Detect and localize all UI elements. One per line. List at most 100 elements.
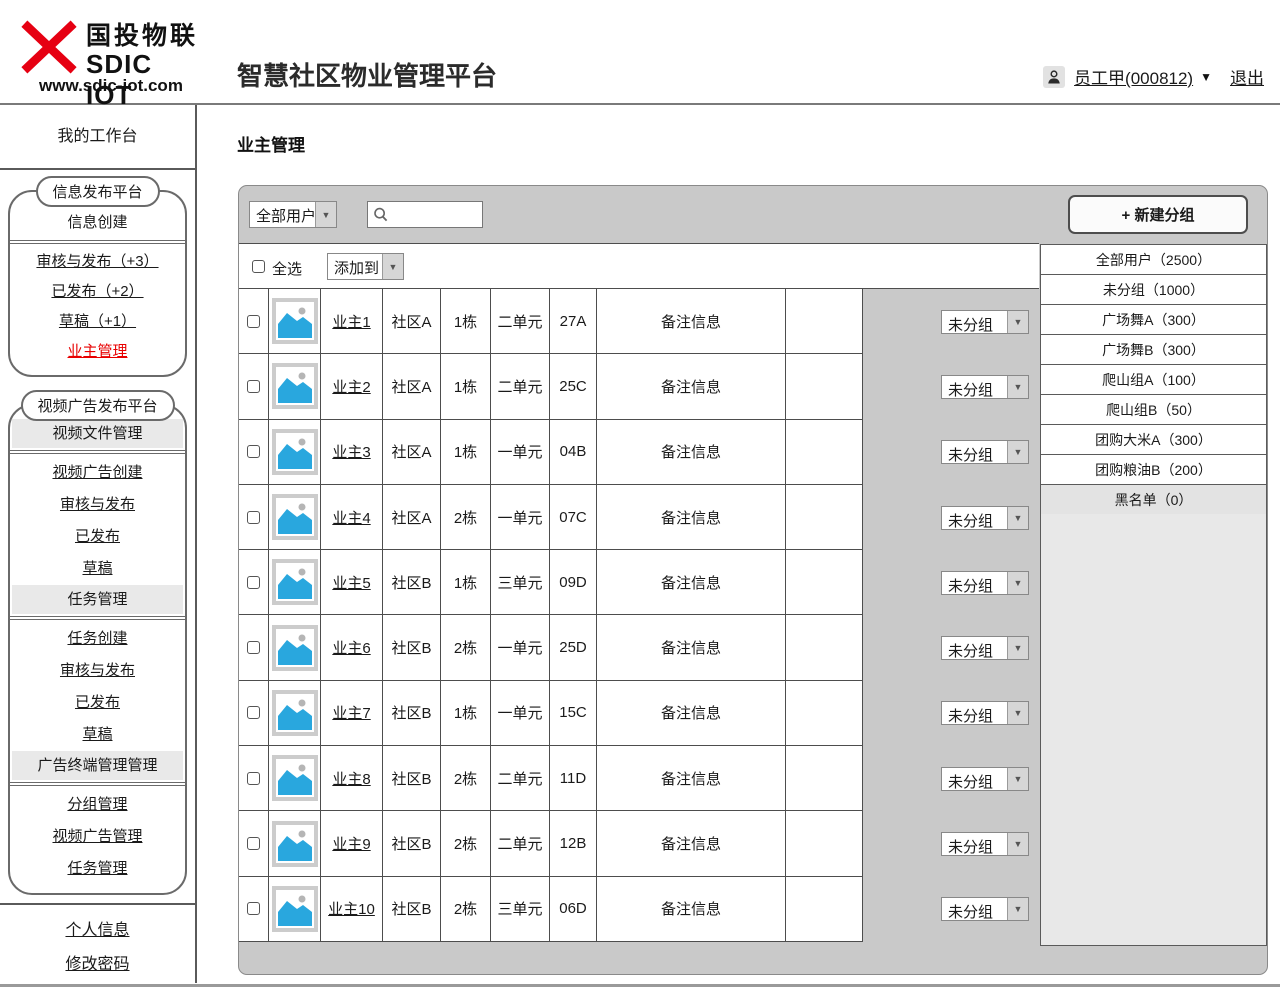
info-platform-title[interactable]: 信息发布平台	[35, 176, 159, 207]
chevron-down-icon[interactable]: ▼	[1007, 898, 1028, 920]
sidebar-item-published[interactable]: 已发布（+2）	[51, 283, 143, 300]
sidebar-item-personal-info[interactable]: 个人信息	[65, 922, 129, 939]
row-checkbox[interactable]	[247, 511, 260, 524]
sidebar-item-video-review-publish[interactable]: 审核与发布	[60, 496, 135, 513]
community-cell: 社区B	[383, 550, 441, 615]
group-item-rice-a[interactable]: 团购大米A（300）	[1041, 425, 1266, 455]
group-item-ungrouped[interactable]: 未分组（1000）	[1041, 275, 1266, 305]
group-select[interactable]: 未分组▼	[941, 897, 1029, 921]
chevron-down-icon[interactable]: ▼	[1007, 637, 1028, 659]
owner-name-link[interactable]: 业主8	[332, 768, 370, 789]
owner-photo-icon	[272, 298, 318, 344]
row-checkbox[interactable]	[247, 772, 260, 785]
sidebar-item-change-password[interactable]: 修改密码	[65, 956, 129, 973]
owner-name-link[interactable]: 业主2	[332, 376, 370, 397]
owner-name-link[interactable]: 业主9	[332, 833, 370, 854]
group-select[interactable]: 未分组▼	[941, 767, 1029, 791]
group-value: 未分组	[942, 702, 1007, 724]
sidebar-bar-task-management[interactable]: 任务管理	[12, 585, 183, 614]
group-select[interactable]: 未分组▼	[941, 636, 1029, 660]
room-cell: 12B	[550, 811, 597, 876]
new-group-button[interactable]: + 新建分组	[1068, 195, 1248, 234]
chevron-down-icon[interactable]: ▼	[315, 202, 336, 227]
group-item-hiking-a[interactable]: 爬山组A（100）	[1041, 365, 1266, 395]
group-select[interactable]: 未分组▼	[941, 701, 1029, 725]
group-value: 未分组	[942, 572, 1007, 594]
owner-name-link[interactable]: 业主3	[332, 441, 370, 462]
remark-cell: 备注信息	[597, 877, 786, 942]
video-platform-title[interactable]: 视频广告发布平台	[20, 390, 174, 421]
groups-panel: + 新建分组 全部用户（2500） 未分组（1000） 广场舞A（300） 广场…	[1039, 186, 1269, 976]
group-item-all-users[interactable]: 全部用户（2500）	[1041, 245, 1266, 275]
group-select[interactable]: 未分组▼	[941, 440, 1029, 464]
sidebar-bar-video-file-management[interactable]: 视频文件管理	[12, 419, 183, 448]
row-checkbox[interactable]	[247, 837, 260, 850]
group-value: 未分组	[942, 376, 1007, 398]
sidebar-bar-ad-terminal-management[interactable]: 广告终端管理管理	[12, 751, 183, 780]
sidebar-item-task-review-publish[interactable]: 审核与发布	[60, 662, 135, 679]
sidebar-item-task-management[interactable]: 任务管理	[67, 860, 127, 877]
row-checkbox[interactable]	[247, 445, 260, 458]
sidebar-item-review-publish[interactable]: 审核与发布（+3）	[36, 253, 158, 270]
sidebar-item-video-ad-create[interactable]: 视频广告创建	[52, 464, 142, 481]
chevron-down-icon[interactable]: ▼	[1007, 572, 1028, 594]
building-cell: 2栋	[441, 615, 491, 680]
select-all-checkbox[interactable]	[252, 260, 265, 273]
group-select[interactable]: 未分组▼	[941, 506, 1029, 530]
group-select[interactable]: 未分组▼	[941, 375, 1029, 399]
chevron-down-icon[interactable]: ▼	[1007, 833, 1028, 855]
sidebar-item-group-management[interactable]: 分组管理	[67, 796, 127, 813]
row-checkbox[interactable]	[247, 641, 260, 654]
sidebar-item-owner-management-active[interactable]: 业主管理	[67, 343, 127, 360]
logo-url: www.sdic-iot.com	[18, 76, 204, 96]
row-checkbox[interactable]	[247, 706, 260, 719]
search-input[interactable]	[390, 203, 484, 228]
community-cell: 社区B	[383, 681, 441, 746]
owner-name-link[interactable]: 业主1	[332, 311, 370, 332]
chevron-down-icon[interactable]: ▼	[382, 254, 403, 279]
group-select[interactable]: 未分组▼	[941, 832, 1029, 856]
chevron-down-icon[interactable]: ▼	[1200, 70, 1212, 84]
sidebar-item-video-drafts[interactable]: 草稿	[82, 560, 112, 577]
table-row: 业主9 社区B 2栋 二单元 12B 备注信息 未分组▼	[239, 811, 1039, 876]
chevron-down-icon[interactable]: ▼	[1007, 768, 1028, 790]
row-checkbox[interactable]	[247, 315, 260, 328]
sidebar-item-drafts[interactable]: 草稿（+1）	[59, 313, 136, 330]
chevron-down-icon[interactable]: ▼	[1007, 507, 1028, 529]
room-cell: 09D	[550, 550, 597, 615]
sidebar-item-task-drafts[interactable]: 草稿	[82, 726, 112, 743]
row-checkbox[interactable]	[247, 576, 260, 589]
logo: 国投物联 SDIC IOT www.sdic-iot.com	[18, 8, 206, 100]
row-checkbox[interactable]	[247, 902, 260, 915]
chevron-down-icon[interactable]: ▼	[1007, 376, 1028, 398]
row-checkbox[interactable]	[247, 380, 260, 393]
group-item-square-dance-b[interactable]: 广场舞B（300）	[1041, 335, 1266, 365]
sidebar-workspace-header[interactable]: 我的工作台	[0, 105, 195, 170]
logout-link[interactable]: 退出	[1230, 64, 1264, 89]
chevron-down-icon[interactable]: ▼	[1007, 311, 1028, 333]
group-select[interactable]: 未分组▼	[941, 310, 1029, 334]
sidebar-item-task-create[interactable]: 任务创建	[67, 630, 127, 647]
owner-name-link[interactable]: 业主5	[332, 572, 370, 593]
group-item-square-dance-a[interactable]: 广场舞A（300）	[1041, 305, 1266, 335]
chevron-down-icon[interactable]: ▼	[1007, 702, 1028, 724]
sidebar-item-task-published[interactable]: 已发布	[75, 694, 120, 711]
owner-name-link[interactable]: 业主6	[332, 637, 370, 658]
add-to-select[interactable]: 添加到 ▼	[327, 253, 404, 280]
user-filter-select[interactable]: 全部用户 ▼	[249, 201, 337, 228]
group-item-grain-oil-b[interactable]: 团购粮油B（200）	[1041, 455, 1266, 485]
owner-name-link[interactable]: 业主7	[332, 702, 370, 723]
owner-photo-icon	[272, 363, 318, 409]
group-select[interactable]: 未分组▼	[941, 571, 1029, 595]
owner-name-link[interactable]: 业主4	[332, 507, 370, 528]
current-user-link[interactable]: 员工甲(000812)	[1074, 64, 1193, 89]
building-cell: 2栋	[441, 485, 491, 550]
owner-name-link[interactable]: 业主10	[328, 898, 375, 919]
owner-photo-icon	[272, 755, 318, 801]
chevron-down-icon[interactable]: ▼	[1007, 441, 1028, 463]
group-item-blacklist[interactable]: 黑名单（0）	[1041, 485, 1266, 515]
group-item-hiking-b[interactable]: 爬山组B（50）	[1041, 395, 1266, 425]
sidebar-item-info-create[interactable]: 信息创建	[10, 208, 185, 238]
sidebar-item-video-published[interactable]: 已发布	[75, 528, 120, 545]
sidebar-item-video-ad-management[interactable]: 视频广告管理	[52, 828, 142, 845]
